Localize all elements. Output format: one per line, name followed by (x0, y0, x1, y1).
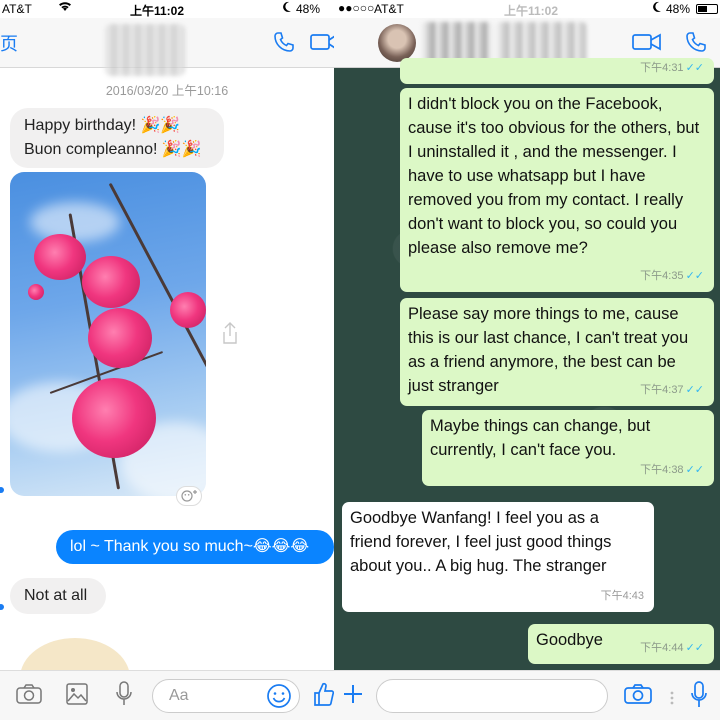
whatsapp-pane: ●●○○○ AT&T 上午11:02 48% 下午4:31 ✓✓ I didn't… (334, 0, 720, 720)
more-icon[interactable] (670, 691, 674, 705)
message-text: Buon compleanno! 🎉🎉 (24, 141, 202, 158)
like-icon[interactable] (312, 681, 334, 707)
video-call-icon[interactable] (310, 32, 334, 52)
moon-icon (652, 1, 662, 16)
battery-icon (696, 4, 718, 14)
composer-bar: Aa (0, 670, 334, 720)
thanks-message[interactable]: lol ~ Thank you so much~😂😂😂 (56, 530, 334, 564)
message-text: I didn't block you on the Facebook, caus… (408, 95, 700, 257)
message-time: 下午4:31 (640, 62, 684, 74)
camera-icon[interactable] (16, 683, 42, 705)
camera-icon[interactable] (624, 683, 652, 705)
read-ticks-icon: ✓✓ (685, 270, 704, 282)
message-text: Maybe things can change, but currently, … (430, 417, 651, 459)
moon-icon (282, 1, 292, 16)
message-bubble-out[interactable]: 下午4:31 ✓✓ (400, 58, 714, 84)
phone-icon[interactable] (684, 30, 708, 54)
message-bubble-out[interactable]: Goodbye 下午4:44 ✓✓ (528, 624, 714, 664)
signal-icon: ●●○○○ (338, 1, 375, 15)
message-time: 下午4:35 (640, 270, 684, 282)
video-call-icon[interactable] (632, 32, 662, 52)
gallery-icon[interactable] (66, 683, 88, 705)
message-text: Goodbye Wanfang! I feel you as a friend … (350, 509, 612, 575)
battery-percent: 48% (296, 2, 321, 16)
message-bubble-out[interactable]: Please say more things to me, cause this… (400, 298, 714, 406)
avatar[interactable] (378, 24, 416, 62)
read-ticks-icon: ✓✓ (685, 62, 704, 74)
status-bar: ●●○○○ AT&T 上午11:02 48% (334, 0, 720, 18)
message-time: 下午4:38 (640, 464, 684, 476)
message-input[interactable] (376, 679, 608, 713)
read-ticks-icon: ✓✓ (685, 384, 704, 396)
message-time: 下午4:43 (600, 590, 644, 602)
read-ticks-icon: ✓✓ (685, 642, 704, 654)
message-bubble-out[interactable]: Maybe things can change, but currently, … (422, 410, 714, 486)
back-button[interactable]: 页 (0, 30, 18, 56)
birthday-message[interactable]: Happy birthday! 🎉🎉 Buon compleanno! 🎉🎉 (10, 108, 224, 168)
message-time: 下午4:44 (640, 642, 684, 654)
add-reaction-icon[interactable] (176, 486, 202, 506)
share-icon[interactable] (222, 322, 238, 344)
not-at-all-message[interactable]: Not at all (10, 578, 106, 614)
read-indicator (0, 604, 4, 610)
flower-photo[interactable] (10, 172, 206, 496)
message-text: Happy birthday! 🎉🎉 (24, 117, 181, 134)
microphone-icon[interactable] (690, 681, 708, 709)
chat-header: 页 (0, 18, 334, 76)
read-indicator (0, 487, 4, 493)
messenger-pane: AT&T 上午11:02 48% 页 2016/03/20 上午10:16 Ha… (0, 0, 334, 720)
message-bubble-out[interactable]: I didn't block you on the Facebook, caus… (400, 88, 714, 292)
carrier-label: AT&T (374, 2, 404, 16)
battery-percent: 48% (666, 2, 691, 16)
message-time: 下午4:37 (640, 384, 684, 396)
clock: 上午11:02 (130, 4, 185, 18)
phone-icon[interactable] (272, 30, 296, 54)
message-timestamp: 2016/03/20 上午10:16 (105, 84, 229, 98)
message-bubble-in[interactable]: Goodbye Wanfang! I feel you as a friend … (342, 502, 654, 612)
carrier-label: AT&T (2, 2, 32, 16)
contact-name-blurred (105, 24, 185, 76)
add-attachment-icon[interactable] (342, 683, 364, 705)
read-ticks-icon: ✓✓ (685, 464, 704, 476)
status-bar: AT&T 上午11:02 48% (0, 0, 334, 18)
microphone-icon[interactable] (116, 681, 132, 707)
emoji-icon[interactable] (266, 683, 292, 709)
wifi-icon (58, 1, 72, 15)
clock: 上午11:02 (504, 4, 559, 18)
composer-bar (334, 670, 720, 720)
